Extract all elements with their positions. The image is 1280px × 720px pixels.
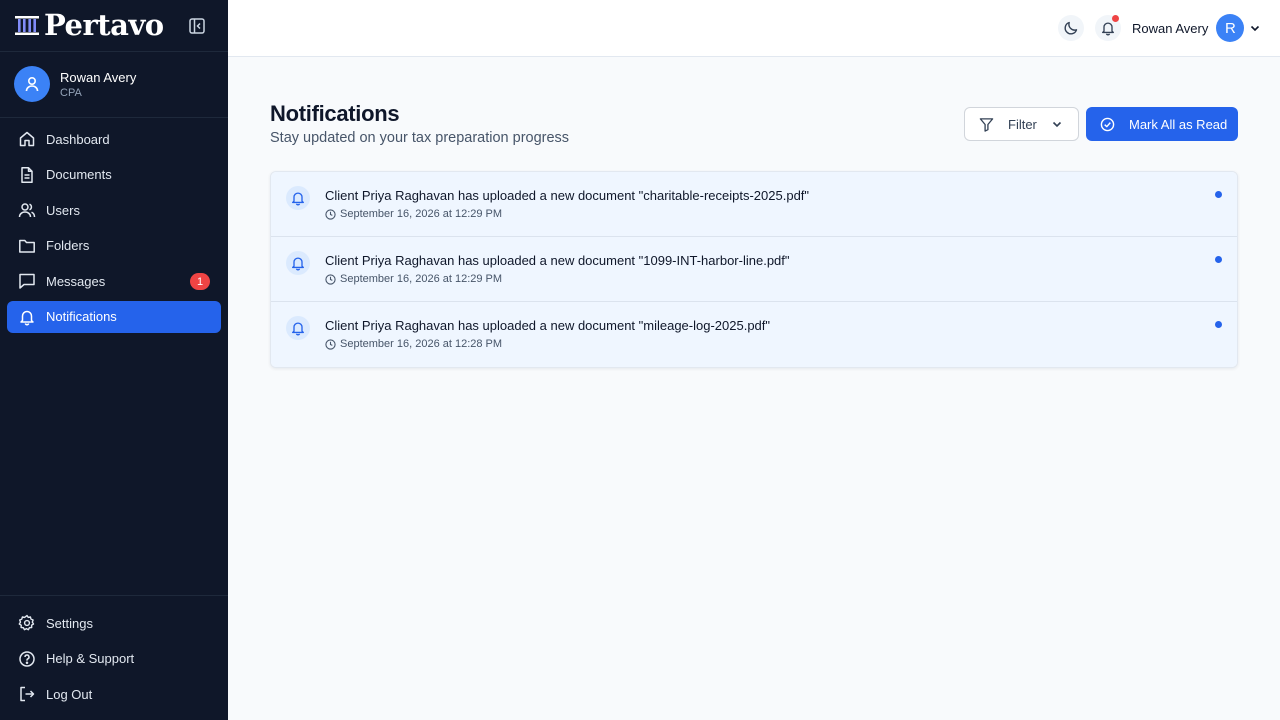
filter-dropdown-button[interactable]: Filter bbox=[964, 107, 1079, 141]
moon-icon bbox=[1064, 21, 1078, 35]
pillars-logo-icon bbox=[14, 13, 40, 37]
unread-indicator bbox=[1215, 256, 1222, 263]
unread-indicator bbox=[1215, 321, 1222, 328]
clock-icon bbox=[325, 273, 336, 285]
notification-time-text: September 16, 2026 at 12:28 PM bbox=[340, 338, 503, 350]
sidebar: Pertavo Rowan Avery CPA Dashboard Docume… bbox=[0, 0, 228, 720]
sidebar-item-label: Notifications bbox=[46, 309, 117, 324]
sidebar-item-messages[interactable]: Messages 1 bbox=[7, 265, 221, 297]
sidebar-item-folders[interactable]: Folders bbox=[7, 230, 221, 262]
collapse-sidebar-button[interactable] bbox=[186, 15, 208, 37]
mark-all-read-label: Mark All as Read bbox=[1129, 116, 1228, 132]
messages-count-badge: 1 bbox=[190, 273, 210, 290]
profile-card[interactable]: Rowan Avery CPA bbox=[0, 52, 228, 118]
notification-list: Client Priya Raghavan has uploaded a new… bbox=[270, 171, 1238, 368]
notification-item[interactable]: Client Priya Raghavan has uploaded a new… bbox=[271, 302, 1237, 367]
sidebar-item-documents[interactable]: Documents bbox=[7, 159, 221, 191]
sidebar-item-label: Documents bbox=[46, 167, 112, 182]
bell-icon bbox=[1102, 22, 1114, 36]
help-icon bbox=[18, 650, 36, 668]
notification-timestamp: September 16, 2026 at 12:28 PM bbox=[325, 338, 502, 350]
bell-icon bbox=[18, 308, 36, 326]
sidebar-item-label: Dashboard bbox=[46, 131, 110, 147]
gear-icon bbox=[18, 614, 36, 632]
page-title: Notifications bbox=[270, 101, 400, 126]
notification-message: Client Priya Raghavan has uploaded a new… bbox=[325, 318, 771, 333]
sidebar-item-label: Settings bbox=[46, 615, 93, 631]
users-icon bbox=[18, 201, 36, 219]
sidebar-item-label: Help & Support bbox=[46, 651, 135, 666]
sidebar-item-label: Folders bbox=[46, 238, 90, 253]
sidebar-bottom-nav: Settings Help & Support Log Out bbox=[0, 595, 228, 714]
sidebar-item-logout[interactable]: Log Out bbox=[7, 678, 221, 710]
brand-name: Pertavo bbox=[44, 8, 164, 42]
profile-role: CPA bbox=[60, 87, 82, 99]
page-subtitle: Stay updated on your tax preparation pro… bbox=[270, 130, 570, 146]
notification-message: Client Priya Raghavan has uploaded a new… bbox=[325, 188, 810, 203]
sidebar-item-label: Log Out bbox=[46, 686, 93, 702]
mark-all-read-button[interactable]: Mark All as Read bbox=[1086, 107, 1238, 141]
clock-icon bbox=[325, 338, 336, 350]
user-menu[interactable]: Rowan Avery R bbox=[1132, 14, 1261, 42]
avatar bbox=[14, 66, 50, 102]
bell-icon bbox=[286, 316, 310, 340]
notification-timestamp: September 16, 2026 at 12:29 PM bbox=[325, 208, 502, 220]
clock-icon bbox=[325, 208, 336, 220]
message-icon bbox=[18, 272, 36, 290]
chevron-down-icon bbox=[1251, 25, 1260, 32]
chevron-down-icon bbox=[1052, 121, 1061, 128]
logout-icon bbox=[18, 685, 36, 703]
unread-indicator bbox=[1215, 191, 1222, 198]
sidebar-item-settings[interactable]: Settings bbox=[7, 607, 221, 639]
bell-icon bbox=[286, 186, 310, 210]
brand-bar: Pertavo bbox=[0, 0, 228, 52]
sidebar-nav: Dashboard Documents Users Folders Messag… bbox=[7, 123, 221, 336]
profile-name: Rowan Avery bbox=[60, 70, 137, 85]
sidebar-item-help[interactable]: Help & Support bbox=[7, 643, 221, 675]
sidebar-item-dashboard[interactable]: Dashboard bbox=[7, 123, 221, 155]
notification-time-text: September 16, 2026 at 12:29 PM bbox=[340, 273, 503, 285]
theme-toggle-button[interactable] bbox=[1058, 15, 1084, 41]
filter-label: Filter bbox=[1008, 116, 1037, 132]
user-icon bbox=[25, 76, 39, 92]
check-circle-icon bbox=[1100, 117, 1115, 131]
notification-item[interactable]: Client Priya Raghavan has uploaded a new… bbox=[271, 172, 1237, 237]
sidebar-item-label: Users bbox=[46, 202, 80, 218]
notification-message: Client Priya Raghavan has uploaded a new… bbox=[325, 253, 790, 268]
notification-time-text: September 16, 2026 at 12:29 PM bbox=[340, 208, 503, 220]
filter-icon bbox=[979, 117, 994, 132]
avatar: R bbox=[1216, 14, 1245, 42]
notification-timestamp: September 16, 2026 at 12:29 PM bbox=[325, 273, 502, 285]
notification-dot bbox=[1112, 15, 1119, 22]
top-bar: Rowan Avery R bbox=[228, 0, 1280, 57]
sidebar-item-label: Messages bbox=[46, 273, 106, 289]
document-icon bbox=[18, 166, 36, 184]
notification-item[interactable]: Client Priya Raghavan has uploaded a new… bbox=[271, 237, 1237, 302]
bell-icon bbox=[286, 251, 310, 275]
panel-collapse-icon bbox=[189, 18, 205, 34]
header-user-name: Rowan Avery bbox=[1132, 20, 1209, 36]
logo[interactable]: Pertavo bbox=[14, 9, 164, 41]
sidebar-item-users[interactable]: Users bbox=[7, 194, 221, 226]
home-icon bbox=[18, 130, 36, 148]
sidebar-item-notifications[interactable]: Notifications bbox=[7, 300, 221, 333]
notifications-button[interactable] bbox=[1095, 15, 1121, 41]
folder-icon bbox=[18, 237, 36, 255]
